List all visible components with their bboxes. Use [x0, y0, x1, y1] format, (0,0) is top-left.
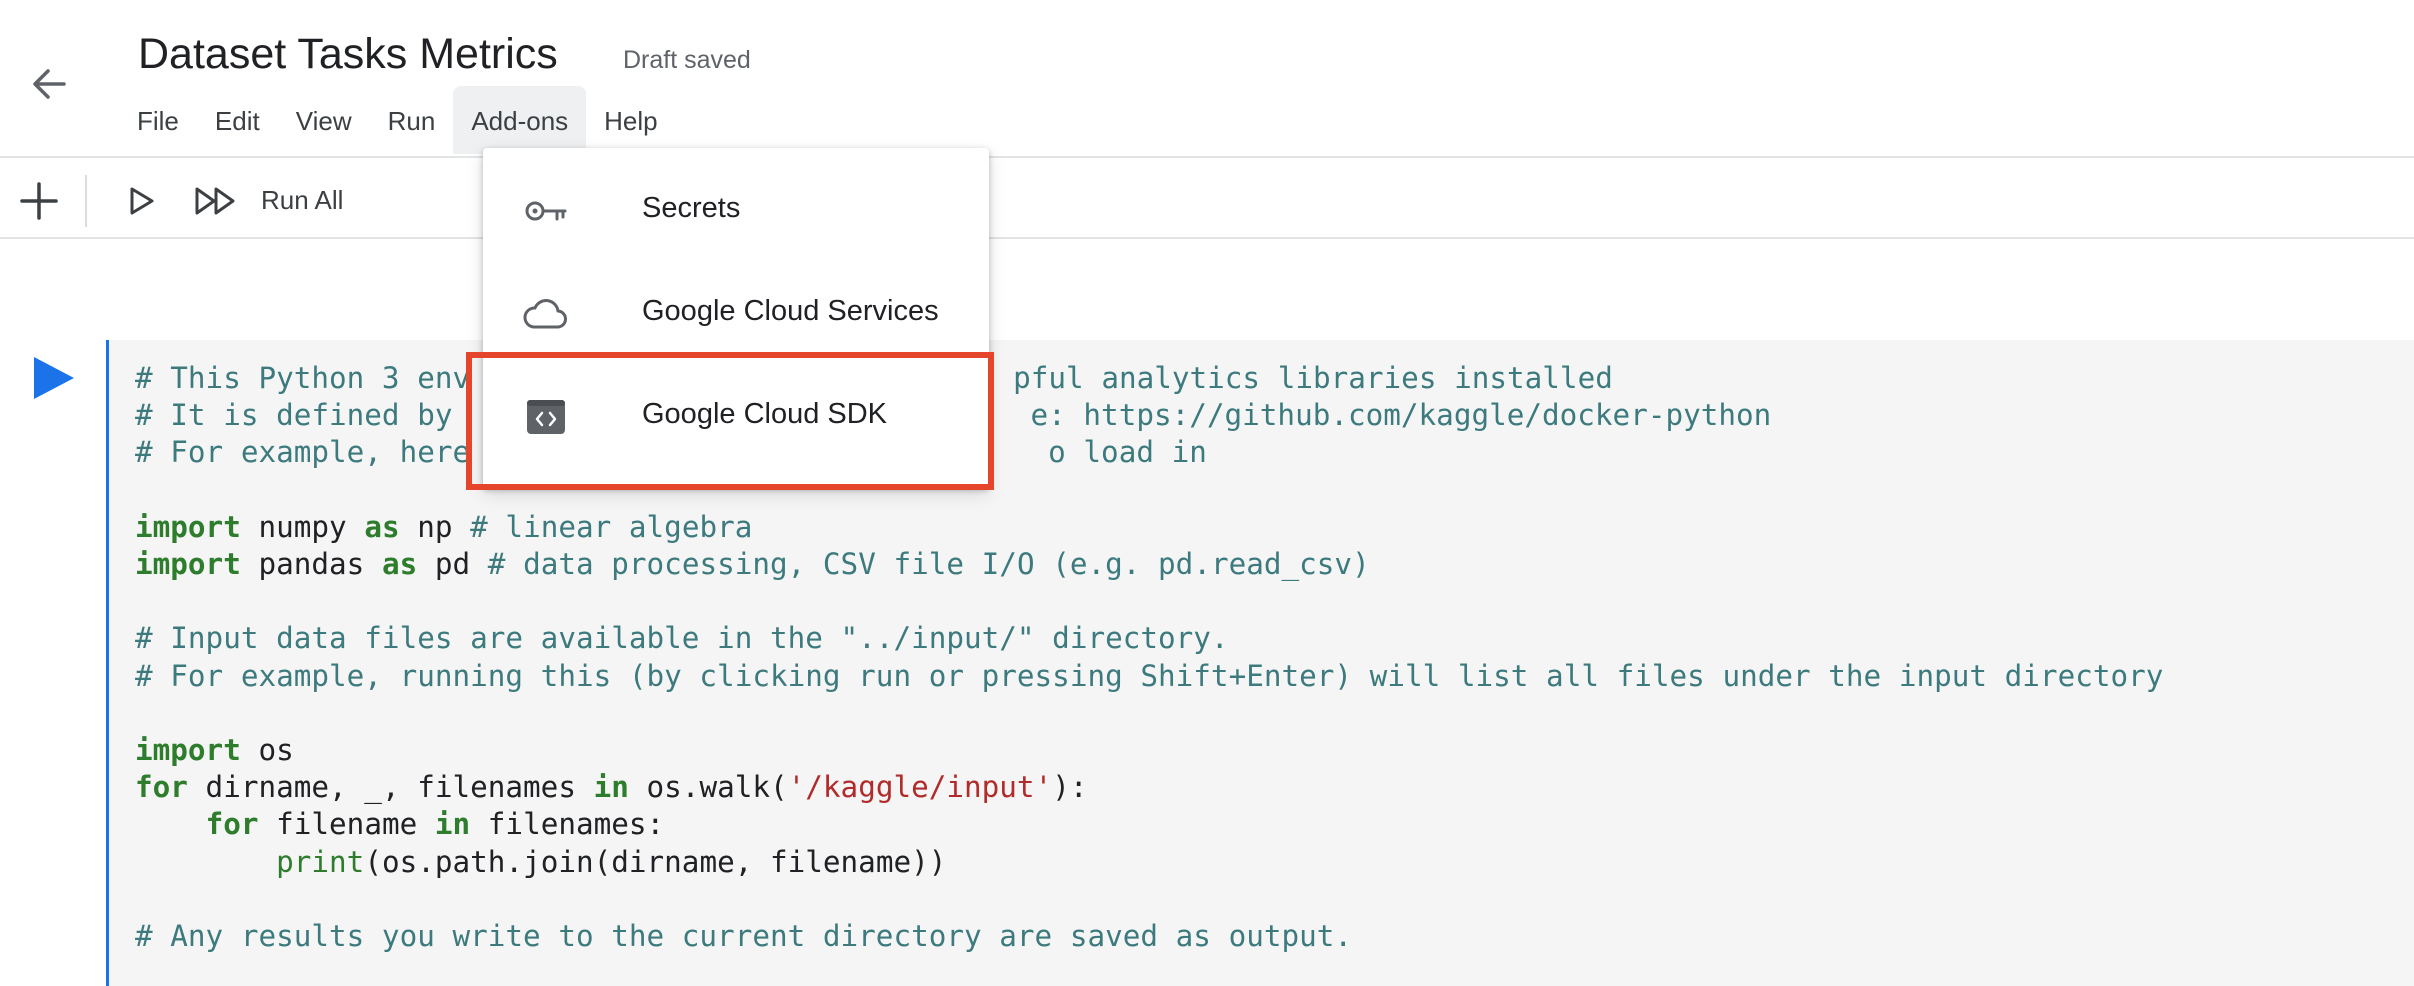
- back-button[interactable]: [28, 62, 72, 106]
- code-line-9: # For example, running this (by clicking…: [135, 658, 2164, 693]
- menu-addons[interactable]: Add-ons: [453, 86, 587, 154]
- code-line-11: import os: [135, 733, 294, 768]
- plus-icon: [20, 182, 58, 220]
- code-line-8: # Input data files are available in the …: [135, 621, 1229, 656]
- notebook-title[interactable]: Dataset Tasks Metrics: [138, 30, 558, 79]
- code-line-14: print(os.path.join(dirname, filename)): [276, 844, 947, 879]
- run-cell-button[interactable]: [124, 184, 158, 223]
- header-divider: [0, 156, 2414, 158]
- run-icon: [130, 187, 154, 215]
- run-all-icon: [195, 187, 235, 215]
- menu-run[interactable]: Run: [370, 86, 454, 154]
- highlight-box: [466, 352, 994, 490]
- cell-run-button[interactable]: [30, 354, 78, 402]
- menu-view[interactable]: View: [278, 86, 370, 154]
- menu-item-google-cloud-services[interactable]: Google Cloud Services: [483, 263, 989, 363]
- menubar: File Edit View Run Add-ons Help: [119, 86, 676, 154]
- toolbar-divider: [85, 175, 87, 227]
- save-status: Draft saved: [623, 46, 751, 74]
- menu-file[interactable]: File: [119, 86, 197, 154]
- menu-edit[interactable]: Edit: [197, 86, 278, 154]
- toolbar-divider-bottom: [0, 237, 2414, 239]
- run-all-button[interactable]: [194, 184, 240, 223]
- code-line-13: for filename in filenames:: [205, 807, 665, 842]
- play-icon: [34, 357, 74, 399]
- code-line-12: for dirname, _, filenames in os.walk('/k…: [135, 770, 1088, 805]
- cloud-icon: [523, 299, 567, 329]
- code-line-16: # Any results you write to the current d…: [135, 919, 1353, 954]
- add-cell-button[interactable]: [18, 180, 60, 227]
- code-editor[interactable]: # This Python 3 env pful analytics librar…: [135, 360, 2163, 955]
- key-icon: [525, 201, 567, 221]
- arrow-left-icon: [33, 69, 66, 99]
- run-all-label[interactable]: Run All: [261, 185, 343, 216]
- menu-item-secrets[interactable]: Secrets: [483, 160, 989, 260]
- menu-help[interactable]: Help: [586, 86, 675, 154]
- code-line-5: import numpy as np # linear algebra: [135, 509, 753, 544]
- code-line-6: import pandas as pd # data processing, C…: [135, 547, 1370, 582]
